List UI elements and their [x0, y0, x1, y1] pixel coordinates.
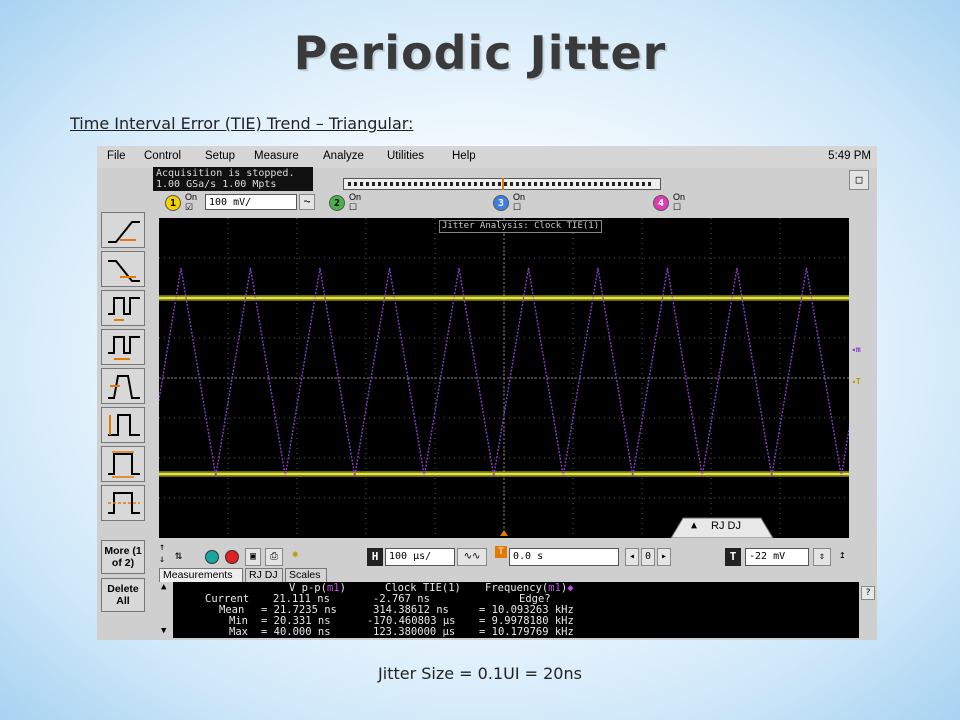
scale-knob-icon[interactable]: ⏦	[299, 194, 315, 210]
falling-edge-button[interactable]	[101, 251, 145, 287]
purple-trace-marker[interactable]: ◂m	[851, 346, 861, 354]
checkbox-empty-icon: ☐	[673, 202, 682, 212]
period-icon	[108, 336, 140, 360]
scroll-up-icon[interactable]: ▲	[161, 582, 166, 592]
run-icon[interactable]	[205, 550, 219, 564]
rjdj-label: RJ DJ	[711, 520, 741, 532]
falling-edge-icon	[108, 260, 140, 282]
tab-rj-dj[interactable]: RJ DJ	[245, 568, 283, 582]
channel-3-on-label: On	[513, 192, 526, 202]
rising-edge-button[interactable]	[101, 212, 145, 248]
tab-measurements[interactable]: Measurements	[159, 568, 243, 582]
status-line-1: Acquisition is stopped.	[156, 168, 295, 179]
print-icon[interactable]: ⎙	[265, 548, 283, 566]
bottom-toolbar: ↑ ↓ ⇅ ▣ ⎙ ✷ H 100 µs/ ∿∿ T 0.0 s ◂ 0 ▸ T…	[159, 538, 873, 568]
trigger-level-marker[interactable]: ◂T	[851, 378, 861, 386]
status-line-2: 1.00 GSa/s 1.00 Mpts	[156, 179, 277, 190]
zoom-icon[interactable]: ⇅	[175, 548, 182, 562]
waveform-display[interactable]: Jitter Analysis: Clock TIE(1)	[159, 218, 849, 538]
checkbox-empty-icon: ☐	[349, 202, 358, 212]
menu-help[interactable]: Help	[452, 150, 476, 162]
slide-caption: Jitter Size = 0.1UI = 20ns	[378, 664, 582, 683]
channel-4-on[interactable]: On ☐	[673, 192, 685, 212]
menu-setup[interactable]: Setup	[205, 150, 235, 162]
menu-control[interactable]: Control	[144, 150, 181, 162]
trigger-level-field[interactable]: -22 mV	[745, 548, 809, 566]
trigger-button[interactable]: T	[725, 548, 741, 566]
scroll-down-icon[interactable]: ▼	[161, 626, 166, 636]
menu-bar: File Control Setup Measure Analyze Utili…	[97, 146, 877, 168]
amplitude-icon	[108, 414, 140, 436]
trigger-level-stepper-icon[interactable]: ⇕	[813, 548, 831, 566]
top-base-icon	[108, 451, 140, 478]
delay-step[interactable]: 0	[641, 548, 655, 566]
channel-2-on-label: On	[349, 192, 362, 202]
slide-subtitle: Time Interval Error (TIE) Trend – Triang…	[70, 114, 414, 133]
delete-all-button[interactable]: Delete All	[101, 578, 145, 612]
average-icon	[108, 492, 140, 514]
acquisition-status: Acquisition is stopped. 1.00 GSa/s 1.00 …	[153, 167, 313, 191]
menu-measure[interactable]: Measure	[254, 150, 299, 162]
measurement-tabs: Measurements RJ DJ Scales	[159, 568, 859, 582]
channel-2-button[interactable]: 2	[329, 195, 345, 211]
period-button[interactable]	[101, 329, 145, 365]
channel-2-on[interactable]: On ☐	[349, 192, 361, 212]
tab-scales[interactable]: Scales	[285, 568, 327, 582]
trigger-toolbar	[101, 212, 149, 532]
delay-left-icon[interactable]: ◂	[625, 548, 639, 566]
trigger-position-marker	[500, 530, 508, 536]
trigger-edge-icon[interactable]: ↥	[839, 548, 846, 561]
rise-time-icon	[108, 375, 140, 399]
delay-field[interactable]: 0.0 s	[509, 548, 619, 566]
menu-utilities[interactable]: Utilities	[387, 150, 424, 162]
channel-4-on-label: On	[673, 192, 686, 202]
checkbox-empty-icon: ☐	[513, 202, 522, 212]
timebase-knob-icon[interactable]: ∿∿	[457, 548, 487, 566]
channel-1-on-label: On	[185, 192, 198, 202]
autoscale-icon[interactable]: ✷	[291, 546, 299, 562]
horizontal-button[interactable]: H	[367, 548, 383, 566]
channel-1-scale[interactable]: 100 mV/	[205, 194, 297, 210]
close-box-icon[interactable]: □	[849, 170, 869, 190]
slide-title: Periodic Jitter	[293, 26, 667, 80]
amplitude-button[interactable]	[101, 407, 145, 443]
rise-time-button[interactable]	[101, 368, 145, 404]
stop-icon[interactable]	[225, 550, 239, 564]
pulse-width-icon	[108, 297, 140, 321]
single-icon[interactable]: ▣	[245, 548, 261, 566]
measurements-scrollbar[interactable]: ▲ ▼	[159, 582, 173, 638]
channel-1-button[interactable]: 1	[165, 195, 181, 211]
menu-analyze[interactable]: Analyze	[323, 150, 364, 162]
jitter-analysis-label: Jitter Analysis: Clock TIE(1)	[439, 220, 603, 233]
measurements-panel: V p-p(m1) Clock TIE(1) Frequency(m1)◆ Cu…	[173, 582, 859, 638]
trace-markers: ◂m ◂T	[849, 218, 873, 538]
rjdj-arrow-icon: ▲	[691, 520, 698, 531]
average-button[interactable]	[101, 485, 145, 521]
help-icon[interactable]: ?	[861, 586, 875, 600]
channel-1-on[interactable]: On ☑	[185, 192, 197, 212]
menu-file[interactable]: File	[107, 150, 126, 162]
trigger-delay-marker: T	[495, 546, 507, 558]
waveform-graph	[159, 218, 849, 538]
oscilloscope-window: File Control Setup Measure Analyze Utili…	[97, 146, 877, 640]
channel-3-on[interactable]: On ☐	[513, 192, 525, 212]
rising-edge-icon	[108, 221, 140, 243]
channel-row: 1 On ☑ 100 mV/ ⏦ 2 On ☐ 3 On ☐ 4 On ☐	[153, 192, 863, 216]
channel-3-button[interactable]: 3	[493, 195, 509, 211]
more-button[interactable]: More (1 of 2)	[101, 540, 145, 574]
timebase-field[interactable]: 100 µs/	[385, 548, 455, 566]
pulse-width-button[interactable]	[101, 290, 145, 326]
checkbox-checked-icon: ☑	[185, 202, 194, 212]
delay-right-icon[interactable]: ▸	[657, 548, 671, 566]
overview-wave	[348, 182, 654, 186]
waveform-overview[interactable]	[343, 178, 661, 190]
top-base-button[interactable]	[101, 446, 145, 482]
clock-readout: 5:49 PM	[828, 150, 871, 162]
arrow-down-icon[interactable]: ↓	[159, 554, 165, 565]
arrow-up-icon[interactable]: ↑	[159, 542, 165, 553]
channel-4-button[interactable]: 4	[653, 195, 669, 211]
overview-marker	[502, 178, 504, 190]
